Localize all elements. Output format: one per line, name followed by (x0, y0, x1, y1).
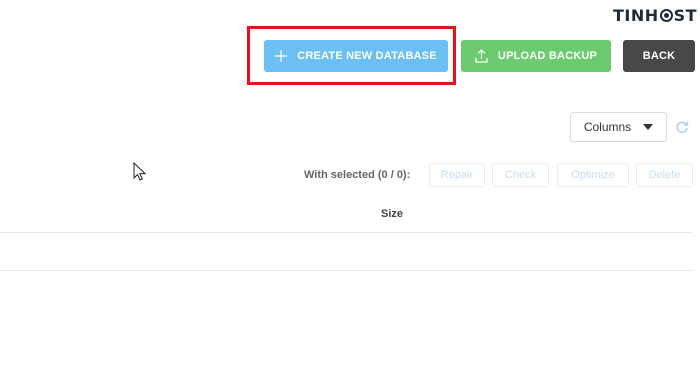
plus-icon (275, 50, 288, 62)
caret-down-icon (643, 124, 654, 130)
upload-backup-button[interactable]: UPLOAD BACKUP (461, 40, 611, 72)
back-label: BACK (642, 50, 676, 62)
table-row-divider (0, 270, 693, 271)
table-header-divider (0, 232, 693, 233)
create-new-database-label: CREATE NEW DATABASE (297, 50, 437, 62)
refresh-icon[interactable] (675, 120, 689, 134)
optimize-button[interactable]: Optimize (557, 163, 629, 187)
mouse-pointer-icon (133, 161, 147, 181)
delete-button[interactable]: Delete (636, 163, 693, 187)
upload-icon (475, 49, 488, 63)
repair-button[interactable]: Repair (429, 163, 485, 187)
logo-text-part-1: TIN (613, 6, 645, 25)
logo-o-mark (659, 9, 673, 22)
with-selected-label: With selected (0 / 0): (304, 169, 411, 181)
check-button[interactable]: Check (492, 163, 549, 187)
tinohost-logo: TIN H ST (613, 6, 697, 25)
upload-backup-label: UPLOAD BACKUP (497, 50, 598, 62)
columns-label: Columns (583, 120, 632, 134)
back-button[interactable]: BACK (623, 40, 695, 72)
create-new-database-button[interactable]: CREATE NEW DATABASE (264, 40, 448, 72)
logo-text-part-2: H (644, 6, 659, 25)
column-header-size[interactable]: Size (381, 208, 403, 220)
logo-text-part-3: ST (673, 6, 698, 25)
columns-dropdown[interactable]: Columns (570, 112, 667, 142)
